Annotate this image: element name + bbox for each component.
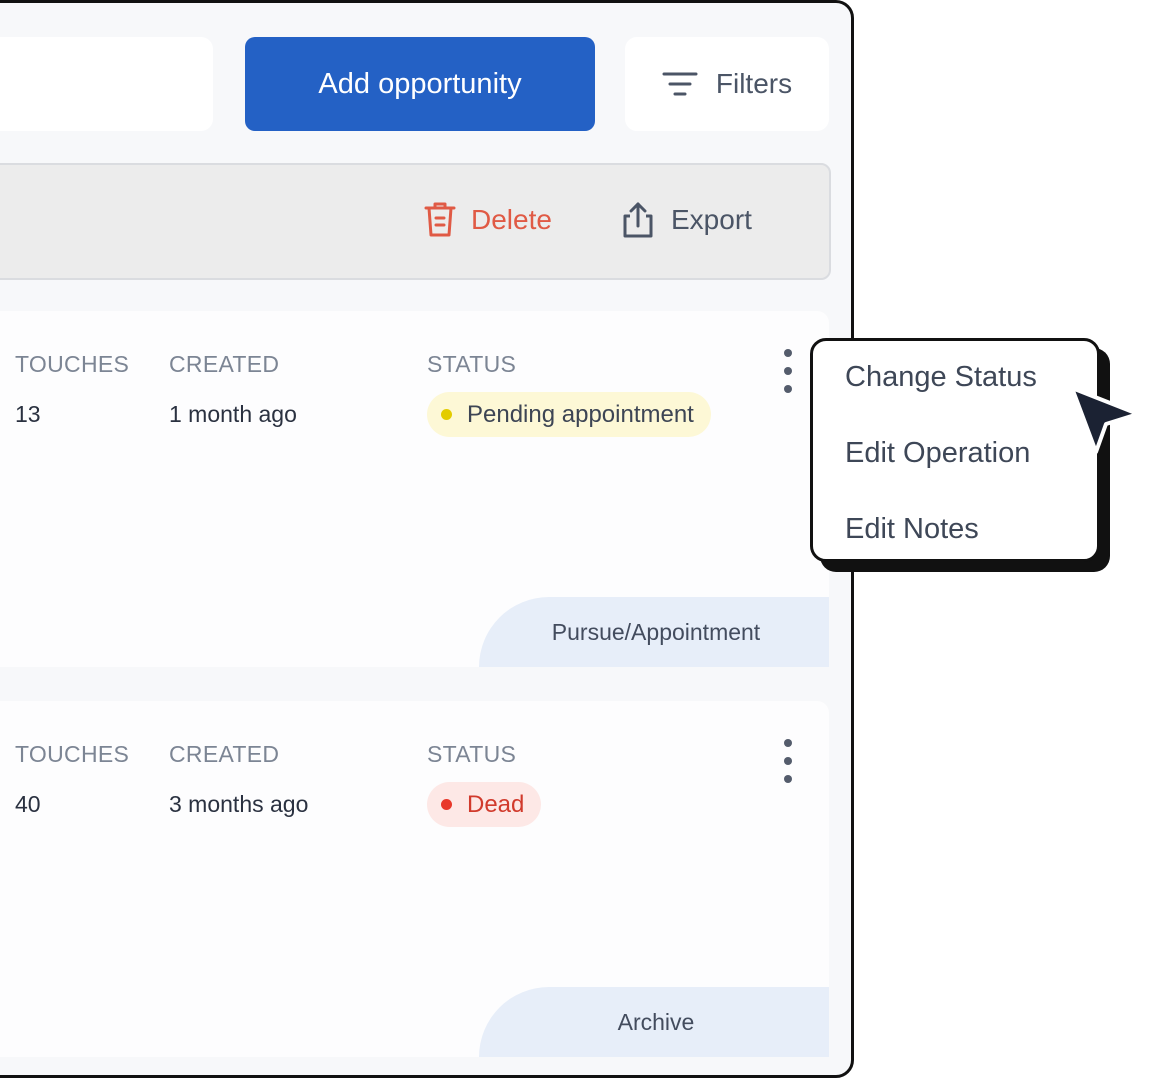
filters-label: Filters — [715, 68, 793, 99]
status-label: Pending appointment — [467, 400, 694, 428]
bulk-actions-toolbar: Delete Export — [0, 163, 831, 280]
created-header: CREATED — [169, 351, 280, 377]
menu-item-edit-notes[interactable]: Edit Notes — [845, 513, 979, 546]
status-dot — [441, 409, 452, 420]
status-header: STATUS — [427, 351, 517, 377]
opportunity-card: TOUCHES CREATED STATUS 40 3 months ago D… — [0, 701, 829, 1057]
delete-label: Delete — [471, 204, 552, 235]
status-label: Dead — [467, 790, 525, 818]
filters-button[interactable]: Filters — [625, 37, 829, 131]
archive-button[interactable]: Archive — [479, 987, 829, 1057]
menu-item-change-status[interactable]: Change Status — [845, 361, 1037, 394]
touches-value: 40 — [15, 791, 41, 817]
status-badge: Pending appointment — [427, 392, 711, 437]
search-input[interactable] — [0, 37, 213, 131]
created-value: 1 month ago — [169, 401, 297, 427]
touches-header: TOUCHES — [15, 351, 130, 377]
delete-button[interactable]: Delete — [423, 201, 552, 239]
more-vertical-icon[interactable] — [777, 739, 799, 783]
touches-value: 13 — [15, 401, 41, 427]
context-menu: Change Status Edit Operation Edit Notes — [810, 338, 1100, 562]
status-badge: Dead — [427, 782, 542, 827]
trash-icon — [424, 202, 456, 237]
status-dot — [441, 799, 452, 810]
opportunity-card: TOUCHES CREATED STATUS 13 1 month ago Pe… — [0, 311, 829, 667]
status-header: STATUS — [427, 741, 517, 767]
filter-icon — [662, 72, 698, 96]
created-header: CREATED — [169, 741, 280, 767]
export-label: Export — [671, 204, 752, 235]
menu-item-edit-operation[interactable]: Edit Operation — [845, 437, 1030, 470]
add-opportunity-button[interactable]: Add opportunity — [245, 37, 595, 131]
created-value: 3 months ago — [169, 791, 309, 817]
touches-header: TOUCHES — [15, 741, 130, 767]
app-window: Add opportunity Filters Delete Export TO… — [0, 0, 854, 1078]
export-button[interactable]: Export — [619, 201, 752, 239]
more-vertical-icon[interactable] — [777, 349, 799, 393]
cursor-icon — [1070, 386, 1140, 454]
pursue-appointment-button[interactable]: Pursue/Appointment — [479, 597, 829, 667]
export-icon — [623, 202, 653, 238]
